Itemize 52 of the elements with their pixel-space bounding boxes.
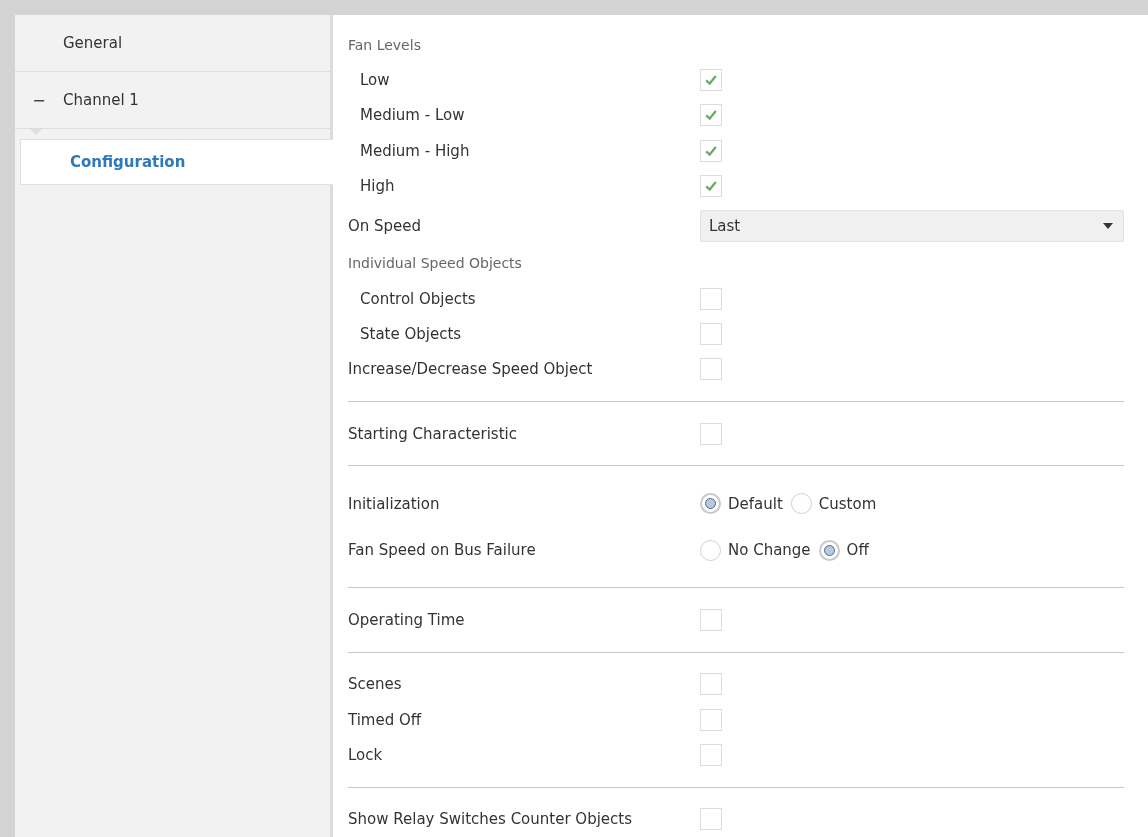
checkbox[interactable]: [700, 139, 722, 162]
radio-label: Off: [846, 541, 869, 559]
checkbox[interactable]: [700, 422, 722, 445]
radio-label: Default: [728, 494, 783, 513]
setting-label: Low: [360, 71, 391, 90]
radio-button[interactable]: [818, 539, 840, 561]
radio-label: No Change: [728, 541, 811, 559]
checkbox[interactable]: [700, 673, 722, 696]
checkbox[interactable]: [700, 743, 722, 766]
setting-label: Scenes: [348, 675, 403, 694]
sidebar-item[interactable]: General: [15, 15, 330, 72]
checkmark-icon: [704, 73, 718, 88]
radio-label: Custom: [818, 494, 877, 513]
setting-label: Control Objects: [360, 289, 477, 308]
setting-label: Fan Speed on Bus Failure: [348, 541, 537, 559]
checkbox[interactable]: [700, 358, 722, 381]
setting-label: Operating Time: [348, 610, 466, 629]
checkbox[interactable]: [700, 808, 722, 831]
radio-option[interactable]: Default: [700, 493, 783, 514]
setting-label: Initialization: [348, 494, 441, 513]
sidebar-item[interactable]: Configuration: [20, 139, 333, 185]
setting-label: Medium - Low: [360, 106, 466, 125]
checkmark-icon: [704, 179, 718, 194]
checkbox[interactable]: [700, 69, 722, 92]
checkbox[interactable]: [700, 175, 722, 198]
checkmark-icon: [704, 108, 718, 123]
setting-label: State Objects: [360, 324, 463, 343]
checkbox[interactable]: [700, 322, 722, 345]
radio-button[interactable]: [700, 539, 721, 561]
caret-icon: [1103, 222, 1113, 229]
sidebar-item[interactable]: − Channel 1: [15, 72, 330, 129]
collapse-icon[interactable]: −: [32, 90, 46, 110]
setting-label: Increase/Decrease Speed Object: [348, 360, 594, 379]
setting-label: High: [360, 177, 396, 196]
section-heading: Individual Speed Objects: [348, 255, 522, 272]
checkbox[interactable]: [700, 708, 722, 731]
setting-label: Timed Off: [348, 710, 423, 729]
checkbox[interactable]: [700, 287, 722, 310]
setting-label: On Speed: [348, 216, 423, 235]
checkbox[interactable]: [700, 608, 722, 631]
radio-option[interactable]: Custom: [790, 493, 877, 514]
setting-label: Show Relay Switches Counter Objects: [348, 810, 633, 829]
radio-button[interactable]: [700, 493, 721, 514]
section-heading: Fan Levels: [348, 36, 421, 53]
setting-label: Lock: [348, 745, 384, 764]
setting-label: Medium - High: [360, 141, 471, 160]
radio-option[interactable]: Off: [818, 539, 869, 561]
radio-button[interactable]: [790, 493, 812, 514]
radio-option[interactable]: No Change: [700, 539, 811, 561]
setting-label: Starting Characteristic: [348, 424, 518, 443]
checkbox[interactable]: [700, 104, 722, 127]
dropdown[interactable]: Last: [700, 209, 1124, 242]
